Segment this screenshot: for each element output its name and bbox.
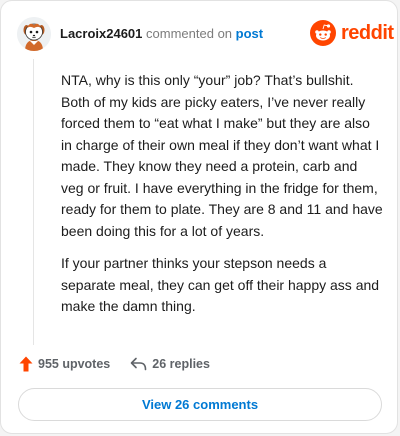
view-comments-button[interactable]: View 26 comments bbox=[18, 388, 382, 421]
comment-card: Lacroix24601 commented on post reddit NT… bbox=[0, 0, 398, 434]
replies-count: 26 replies bbox=[152, 357, 210, 371]
thread-line bbox=[33, 59, 34, 345]
comment-stats: 955 upvotes 26 replies bbox=[19, 354, 210, 374]
comment-paragraph: NTA, why is this only “your” job? That’s… bbox=[61, 72, 383, 239]
comment-header: Lacroix24601 commented on post bbox=[60, 26, 263, 41]
upvote-arrow-icon bbox=[19, 356, 33, 372]
comment-paragraph: If your partner thinks your stepson need… bbox=[61, 255, 380, 314]
comment-body: NTA, why is this only “your” job? That’s… bbox=[61, 70, 383, 329]
commented-on-text: commented on bbox=[146, 26, 233, 41]
reply-arrow-icon bbox=[130, 357, 147, 371]
upvotes-count: 955 upvotes bbox=[38, 357, 111, 371]
reddit-logo-icon bbox=[310, 20, 336, 46]
reddit-logo-text: reddit bbox=[341, 21, 394, 44]
username[interactable]: Lacroix24601 bbox=[60, 26, 142, 41]
post-link[interactable]: post bbox=[236, 26, 263, 41]
avatar[interactable] bbox=[17, 17, 51, 51]
upvotes-stat[interactable]: 955 upvotes bbox=[19, 356, 110, 372]
reddit-logo[interactable]: reddit bbox=[310, 20, 394, 46]
avatar-icon bbox=[17, 17, 51, 51]
replies-stat[interactable]: 26 replies bbox=[130, 357, 210, 371]
